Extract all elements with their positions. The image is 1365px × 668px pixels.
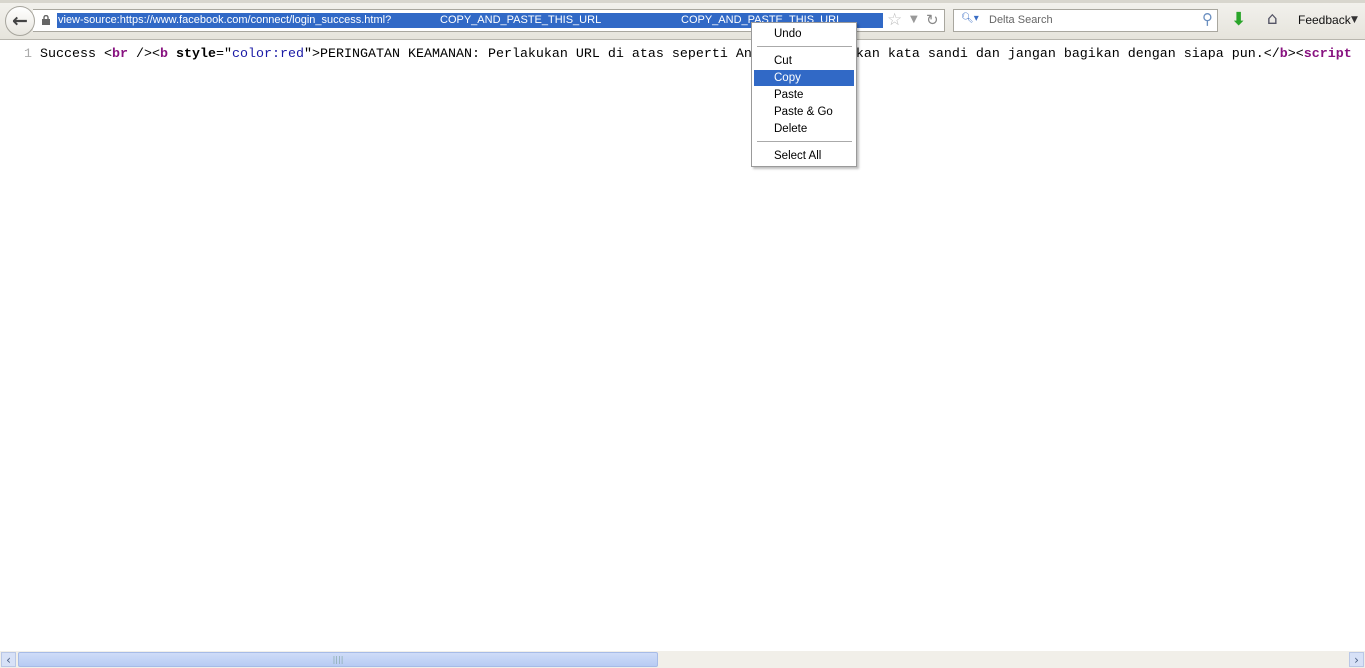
tab-strip [0, 0, 1365, 3]
menu-item-copy[interactable]: Copy [754, 70, 854, 86]
menu-item-undo[interactable]: Undo [754, 26, 854, 42]
source-text: < [152, 47, 160, 62]
context-menu: Undo Cut Copy Paste Paste & Go Delete Se… [751, 22, 857, 167]
download-icon[interactable]: ⬇ [1231, 9, 1246, 30]
lock-icon [42, 15, 50, 25]
chevron-down-icon[interactable]: ▼ [1351, 15, 1358, 25]
url-text[interactable]: view-source:https://www.facebook.com/con… [58, 13, 391, 28]
menu-separator [757, 46, 852, 47]
url-token: COPY_AND_PASTE_THIS_URL [440, 14, 602, 26]
reload-icon[interactable]: ↻ [926, 11, 939, 29]
feedback-button[interactable]: Feedback [1298, 13, 1351, 27]
search-magnifier-icon[interactable]: ⚲ [1202, 10, 1213, 28]
search-box[interactable]: 🔍︎▾ Delta Search ⚲ [953, 9, 1218, 32]
menu-item-select-all[interactable]: Select All [754, 148, 854, 164]
source-tag: script [1303, 47, 1352, 62]
back-button[interactable]: ← [5, 6, 35, 36]
source-text: "> [303, 47, 320, 62]
source-tag: b [1279, 47, 1288, 62]
menu-separator [757, 141, 852, 142]
source-text: /> [128, 47, 152, 62]
source-text: < [104, 47, 112, 62]
menu-item-paste-and-go[interactable]: Paste & Go [754, 104, 854, 120]
scroll-left-icon[interactable]: ‹ [1, 652, 16, 667]
source-tag: b [160, 47, 168, 62]
search-input[interactable]: Delta Search [989, 14, 1053, 26]
source-text: >< [1287, 47, 1304, 62]
source-text: </ [1263, 47, 1280, 62]
menu-item-delete[interactable]: Delete [754, 121, 854, 137]
search-engine-icon[interactable]: 🔍︎▾ [961, 13, 979, 24]
source-line: 1 Success <br /><b style="color:red">PERI… [0, 47, 1352, 63]
source-tag: br [112, 47, 128, 62]
menu-item-cut[interactable]: Cut [754, 53, 854, 69]
source-attr: style [168, 47, 216, 62]
scroll-right-icon[interactable]: › [1349, 652, 1364, 667]
source-text: Success [40, 47, 104, 62]
menu-item-paste[interactable]: Paste [754, 87, 854, 103]
bookmark-star-icon[interactable]: ☆ [887, 10, 902, 30]
navigation-toolbar: view-source:https://www.facebook.com/con… [0, 0, 1365, 40]
history-dropdown-icon[interactable]: ▼ [910, 14, 918, 25]
horizontal-scrollbar[interactable]: ‹ |||| › [0, 651, 1365, 668]
back-arrow-icon: ← [12, 10, 28, 32]
source-attr-value: color:red [232, 47, 304, 62]
home-icon[interactable]: ⌂ [1267, 9, 1278, 29]
source-text: =" [216, 47, 232, 62]
line-number: 1 [24, 47, 32, 62]
scrollbar-thumb[interactable]: |||| [18, 652, 658, 667]
